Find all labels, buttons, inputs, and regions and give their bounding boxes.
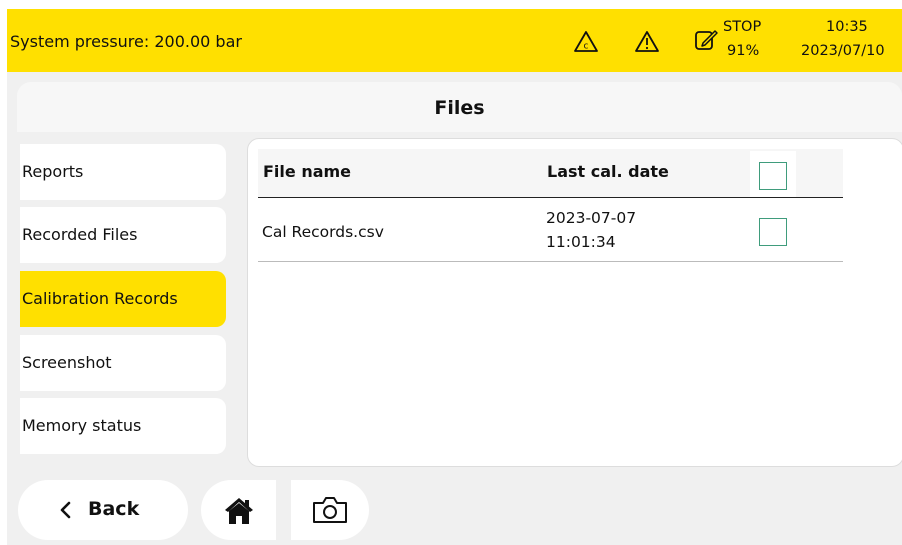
home-button[interactable] [201, 480, 276, 540]
status-bar: System pressure: 200.00 bar c STOP 91% 1… [7, 9, 902, 72]
select-all-cell [750, 151, 796, 197]
select-all-checkbox[interactable] [759, 162, 787, 190]
column-header-last-cal-date: Last cal. date [547, 162, 669, 181]
table-header: File name Last cal. date [258, 149, 843, 198]
row-select-checkbox[interactable] [759, 218, 787, 246]
clock-date: 2023/07/10 [801, 43, 885, 59]
clock-time: 10:35 [826, 19, 868, 35]
sidebar-item-calibration-records[interactable]: Calibration Records [20, 271, 226, 327]
camera-icon [313, 497, 347, 523]
edit-note-icon[interactable] [693, 27, 719, 53]
column-header-file-name: File name [263, 162, 352, 181]
calibration-warning-icon[interactable]: c [573, 29, 599, 55]
sidebar-item-label: Calibration Records [22, 289, 178, 308]
system-pressure-text: System pressure: 200.00 bar [10, 32, 242, 51]
battery-percent: 91% [727, 43, 760, 59]
sidebar-item-recorded-files[interactable]: Recorded Files [20, 207, 226, 263]
svg-text:c: c [584, 42, 589, 52]
sidebar-item-screenshot[interactable]: Screenshot [20, 335, 226, 391]
screenshot-button[interactable] [291, 480, 369, 540]
chevron-left-icon [60, 501, 71, 519]
back-label: Back [88, 498, 140, 520]
sidebar-item-label: Reports [22, 162, 84, 181]
title-bar: Files [17, 82, 902, 132]
table-row[interactable]: Cal Records.csv 2023-07-07 11:01:34 [258, 199, 843, 262]
state-text: STOP [723, 19, 762, 35]
cal-time-cell: 11:01:34 [546, 233, 616, 251]
files-panel: File name Last cal. date Cal Records.csv… [247, 138, 902, 467]
sidebar-item-label: Screenshot [22, 353, 112, 372]
sidebar-item-label: Memory status [22, 416, 142, 435]
file-name-cell: Cal Records.csv [262, 223, 384, 241]
cal-date-cell: 2023-07-07 [546, 209, 637, 227]
page-title: Files [434, 97, 485, 119]
sidebar-item-memory-status[interactable]: Memory status [20, 398, 226, 454]
sidebar-item-label: Recorded Files [22, 225, 138, 244]
warning-icon[interactable] [634, 29, 660, 55]
back-button[interactable]: Back [18, 480, 188, 540]
app-area: Files Reports Recorded Files Calibration… [7, 72, 902, 545]
sidebar-item-reports[interactable]: Reports [20, 144, 226, 200]
home-icon [225, 498, 253, 524]
